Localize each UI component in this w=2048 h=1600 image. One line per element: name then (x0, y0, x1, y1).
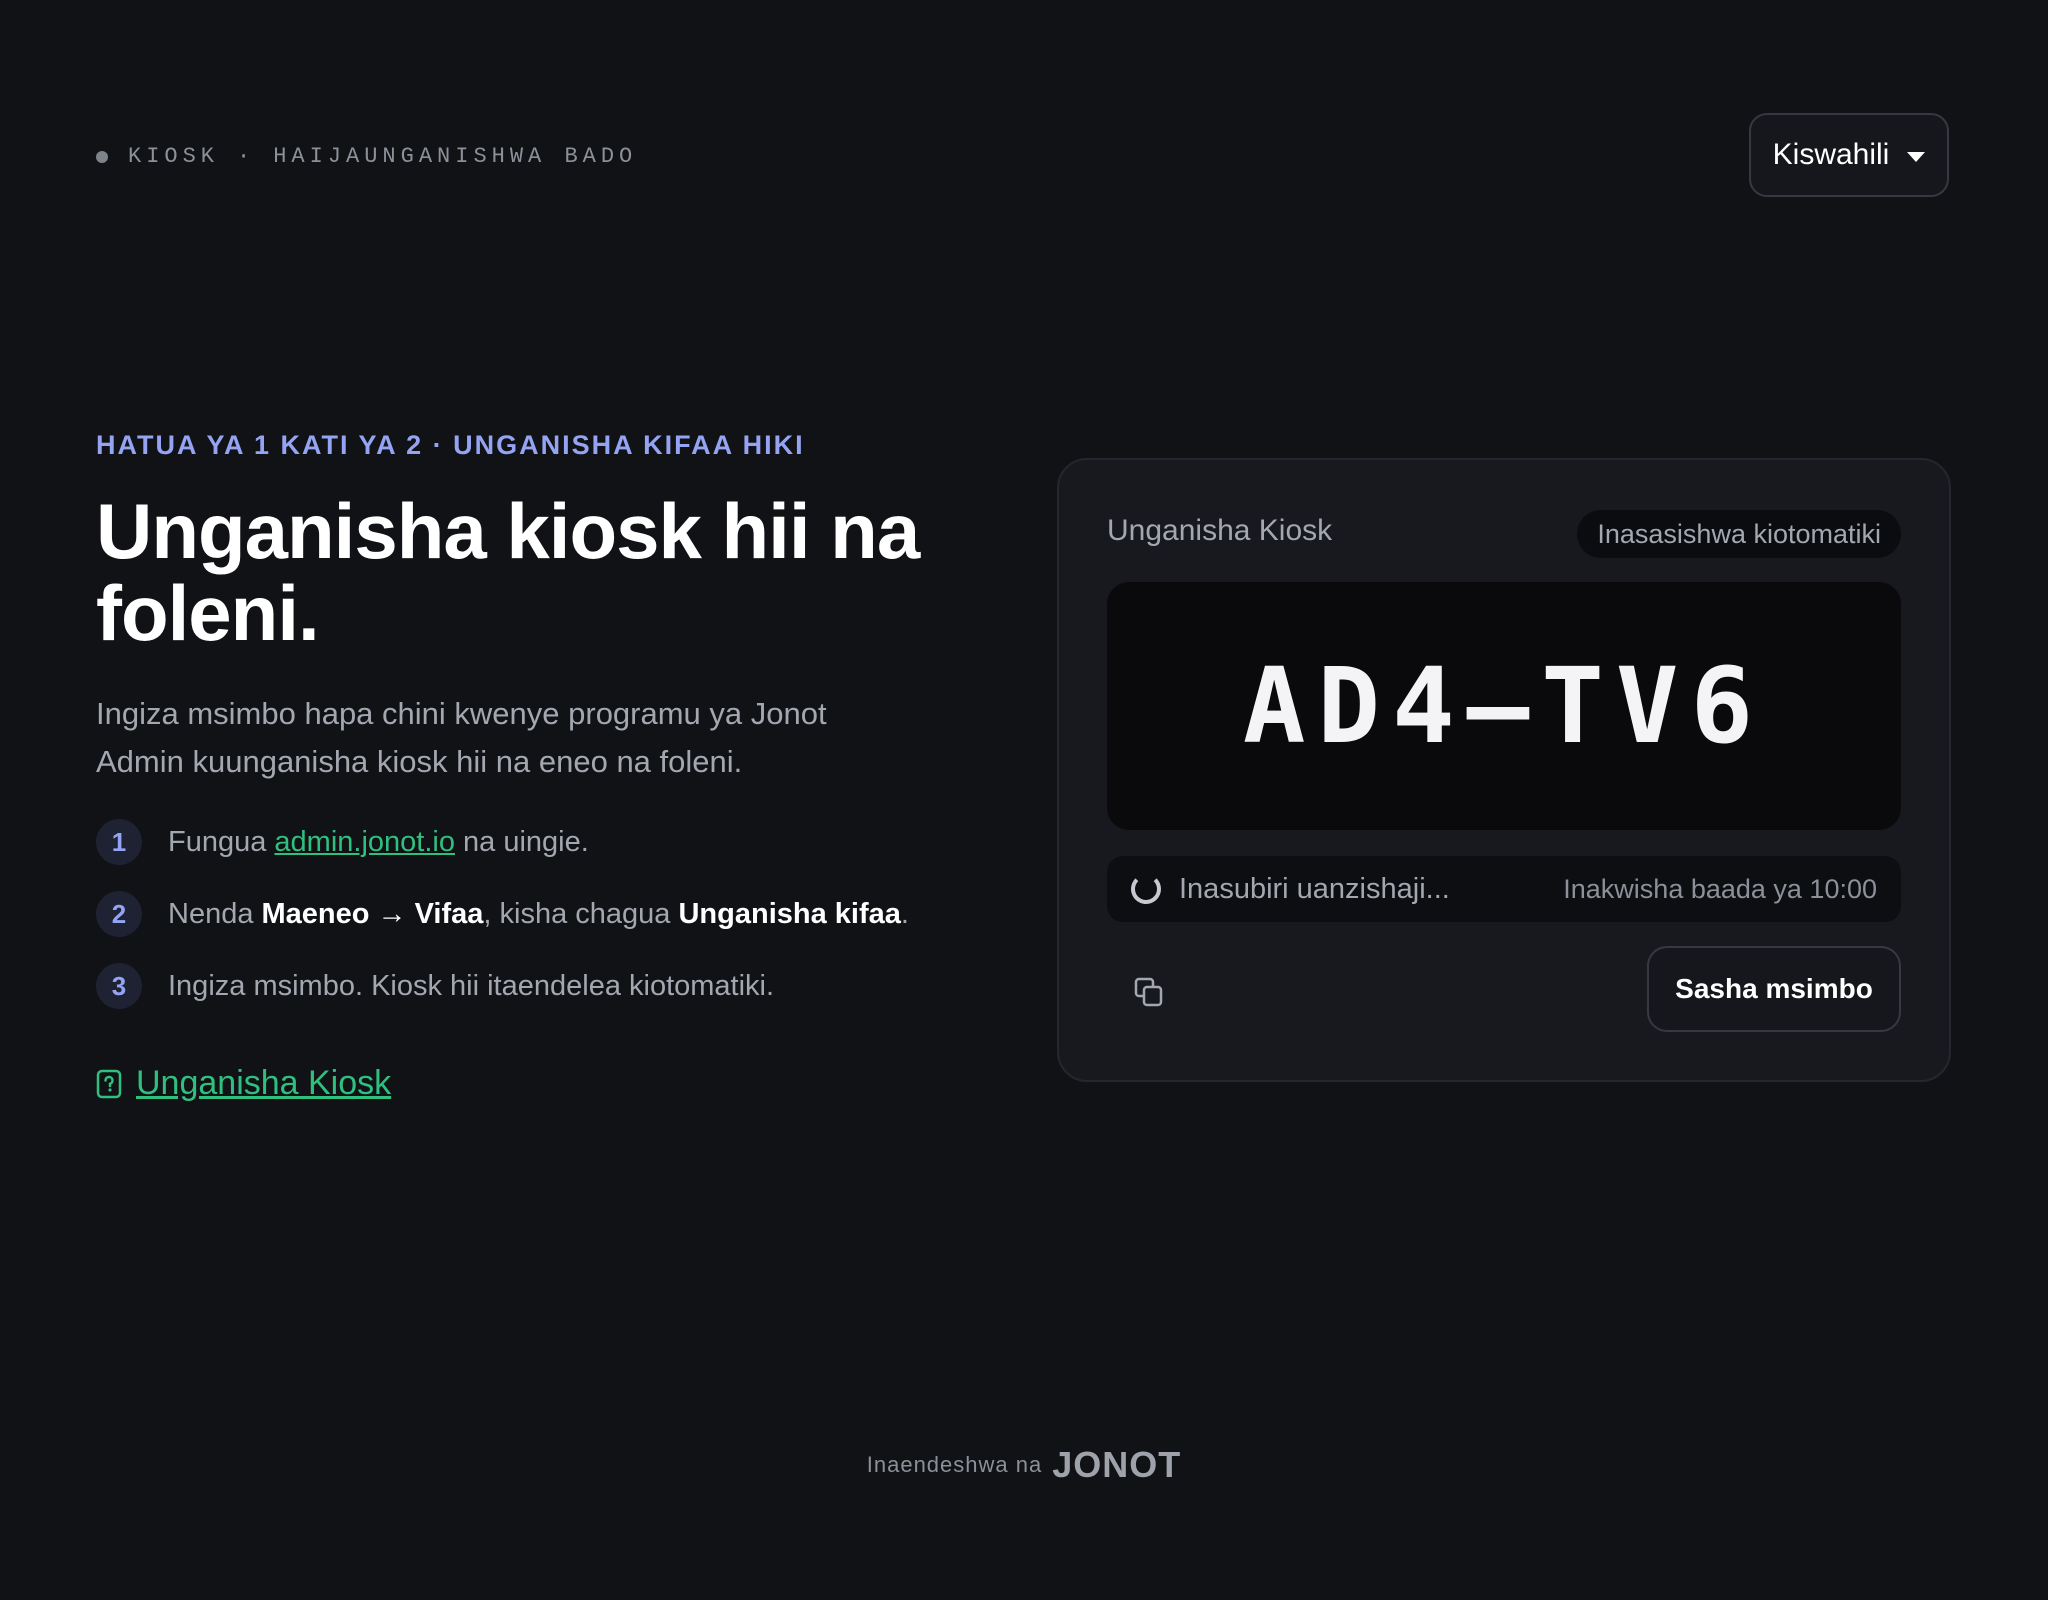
waiting-text: Inasubiri uanzishaji... (1179, 872, 1450, 905)
language-select[interactable]: Kiswahili (1749, 113, 1949, 197)
spinner-icon (1131, 874, 1161, 904)
pairing-code-box: AD4–TV6 (1107, 582, 1901, 830)
connection-status: KIOSK · HAIJAUNGANISHWA BADO (96, 144, 637, 169)
brand-logo: JONOT (1052, 1444, 1182, 1485)
intro-text: Ingiza msimbo hapa chini kwenye programu… (96, 696, 827, 779)
instruction-step-1: 1 Fungua admin.jonot.io na uingie. (96, 818, 996, 866)
page-title: Unganisha kiosk hii na foleni. (96, 487, 920, 657)
step-text: Ingiza msimbo. Kiosk hii itaendelea kiot… (168, 969, 775, 1002)
instruction-step-3: 3 Ingiza msimbo. Kiosk hii itaendelea ki… (96, 962, 996, 1010)
step-number: 2 (96, 891, 142, 937)
step-number: 3 (96, 963, 142, 1009)
help-link-label: Unganisha Kiosk (136, 1064, 392, 1102)
status-dot-icon (96, 150, 108, 163)
step-indicator: HATUA YA 1 KATI YA 2 · UNGANISHA KIFAA H… (96, 430, 805, 460)
connection-state: HAIJAUNGANISHWA BADO (273, 144, 638, 169)
chevron-down-icon (1907, 152, 1926, 162)
powered-by-text: Inaendeshwa na (866, 1452, 1043, 1477)
auto-refresh-badge: Inasasishwa kiotomatiki (1577, 510, 1901, 558)
footer: Inaendeshwa na JONOT (0, 1444, 2048, 1486)
help-link[interactable]: Unganisha Kiosk (96, 1064, 391, 1103)
copy-icon (1134, 977, 1163, 1007)
language-selected: Kiswahili (1772, 138, 1890, 171)
admin-link[interactable]: admin.jonot.io (274, 826, 455, 858)
status-separator: · (237, 144, 256, 169)
step-text: Fungua admin.jonot.io na uingie. (168, 825, 589, 858)
activation-status: Inasubiri uanzishaji... Inakwisha baada … (1107, 856, 1901, 922)
help-document-icon (96, 1069, 122, 1098)
pairing-card: Unganisha Kiosk Inasasishwa kiotomatiki … (1057, 458, 1951, 1082)
refresh-code-button[interactable]: Sasha msimbo (1647, 946, 1901, 1032)
kiosk-label: KIOSK (128, 144, 220, 169)
step-text: Nenda Maeneo → Vifaa, kisha chagua Ungan… (168, 897, 909, 930)
step-number: 1 (96, 819, 142, 865)
copy-code-button[interactable] (1127, 970, 1171, 1014)
pairing-code: AD4–TV6 (1242, 645, 1766, 767)
expiry-text: Inakwisha baada ya 10:00 (1563, 873, 1877, 904)
instruction-step-2: 2 Nenda Maeneo → Vifaa, kisha chagua Ung… (96, 890, 996, 938)
instruction-list: 1 Fungua admin.jonot.io na uingie. 2 Nen… (96, 818, 996, 1034)
card-title: Unganisha Kiosk (1107, 514, 1333, 547)
